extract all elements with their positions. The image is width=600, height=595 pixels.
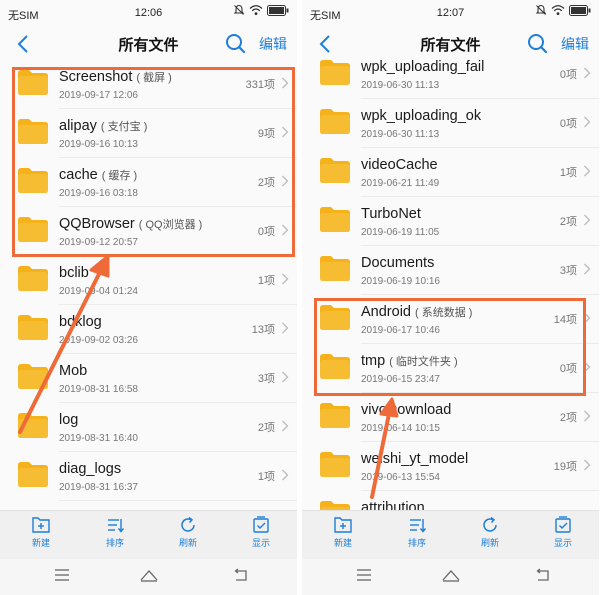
annotation-arrows <box>18 254 399 499</box>
arrow-right <box>370 397 399 499</box>
arrow-left <box>18 254 110 434</box>
